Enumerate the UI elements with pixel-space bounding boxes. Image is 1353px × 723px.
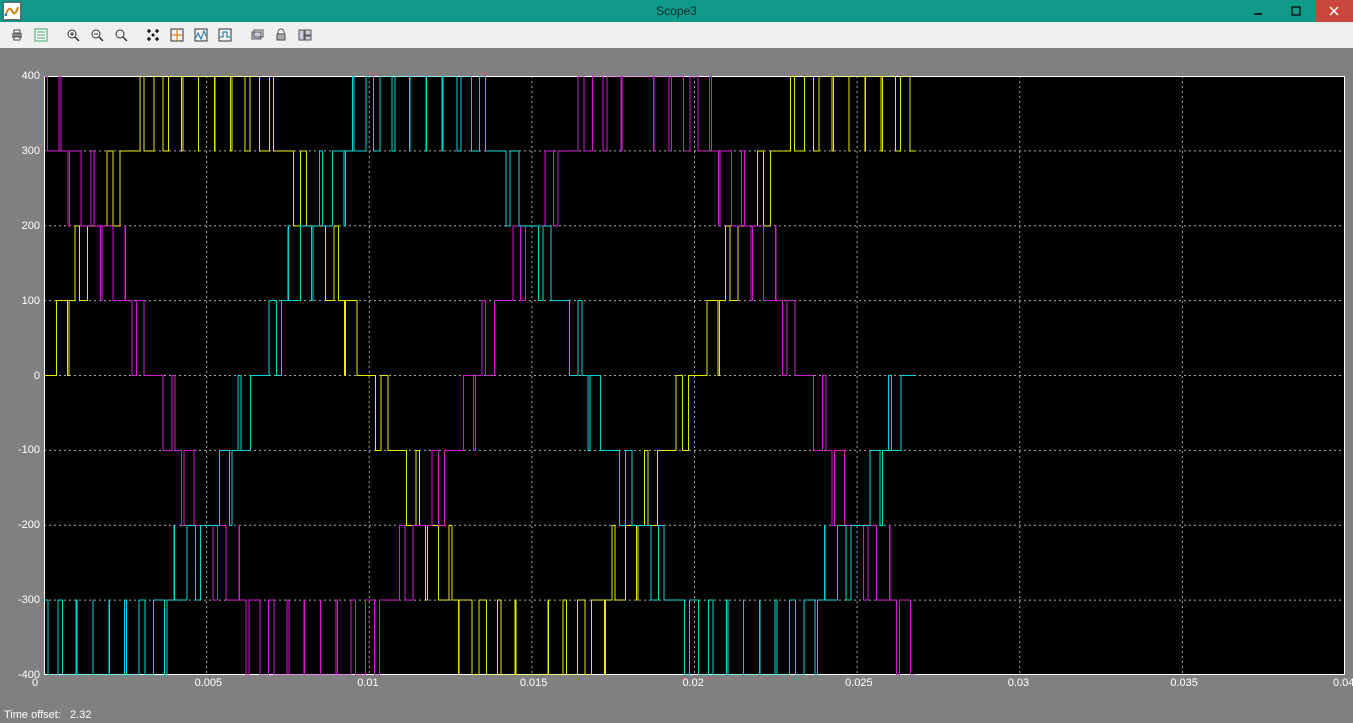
scope-plot: -400-300-200-100010020030040000.0050.010… — [0, 48, 1353, 707]
app-icon — [2, 1, 22, 21]
y-tick-label: 200 — [22, 220, 40, 232]
signals-icon[interactable] — [190, 24, 212, 46]
plot-axes[interactable] — [44, 76, 1345, 675]
params-icon[interactable] — [30, 24, 52, 46]
print-icon[interactable] — [6, 24, 28, 46]
lock-icon[interactable] — [270, 24, 292, 46]
title-bar: Scope3 — [0, 0, 1353, 22]
x-tick-label: 0.015 — [520, 677, 548, 689]
zoom-in-icon[interactable] — [62, 24, 84, 46]
y-tick-label: -300 — [18, 594, 40, 606]
time-offset-value: 2.32 — [70, 709, 91, 721]
float-icon[interactable] — [246, 24, 268, 46]
x-tick-label: 0.025 — [845, 677, 873, 689]
y-tick-label: -200 — [18, 519, 40, 531]
zoom-xy-icon[interactable] — [110, 24, 132, 46]
dock-icon[interactable] — [294, 24, 316, 46]
x-tick-label: 0.04 — [1333, 677, 1353, 689]
y-tick-label: 300 — [22, 145, 40, 157]
data-cursor-icon[interactable] — [166, 24, 188, 46]
zoom-out-icon[interactable] — [86, 24, 108, 46]
triggers-icon[interactable] — [214, 24, 236, 46]
status-bar: Time offset: 2.32 — [0, 707, 1353, 723]
x-tick-label: 0.02 — [683, 677, 704, 689]
x-tick-label: 0.01 — [357, 677, 378, 689]
toolbar — [0, 22, 1353, 49]
autoscale-icon[interactable] — [142, 24, 164, 46]
x-tick-label: 0.03 — [1008, 677, 1029, 689]
y-tick-label: 0 — [34, 370, 40, 382]
y-tick-label: 100 — [22, 295, 40, 307]
y-tick-label: -100 — [18, 444, 40, 456]
minimize-button[interactable] — [1239, 0, 1277, 22]
close-button[interactable] — [1315, 0, 1353, 22]
x-tick-label: 0.035 — [1170, 677, 1198, 689]
x-tick-label: 0.005 — [195, 677, 223, 689]
maximize-button[interactable] — [1277, 0, 1315, 22]
window-title: Scope3 — [656, 4, 697, 18]
x-tick-label: 0 — [32, 677, 38, 689]
time-offset-label: Time offset: — [4, 709, 61, 721]
y-tick-label: 400 — [22, 70, 40, 82]
